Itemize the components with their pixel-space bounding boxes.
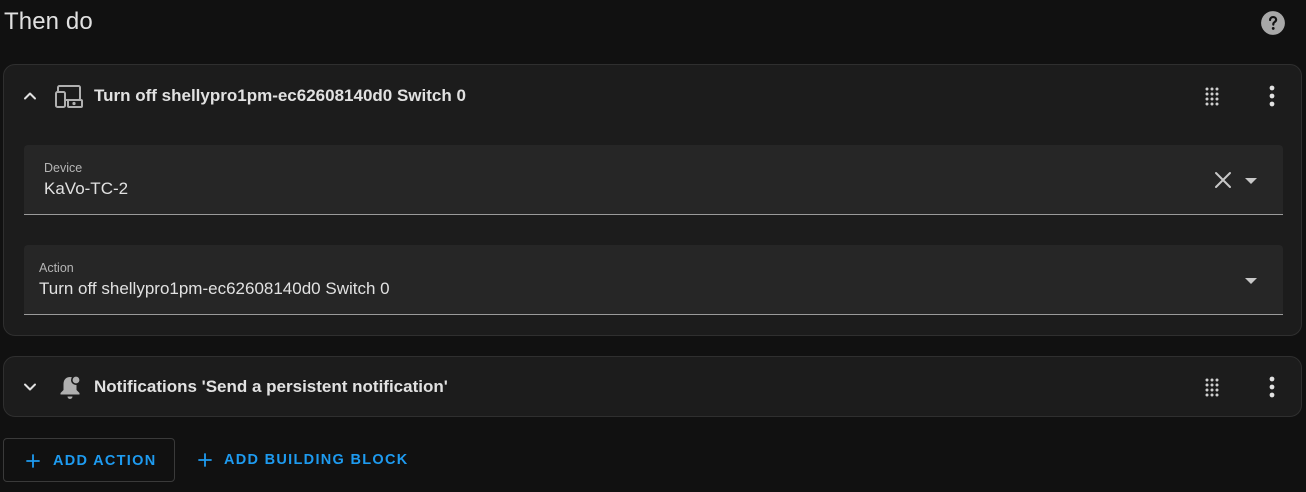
action-card-notification[interactable]: Notifications 'Send a persistent notific… — [3, 356, 1302, 417]
action-field-label: Action — [39, 261, 74, 275]
plus-icon — [26, 454, 40, 468]
add-action-label: ADD ACTION — [53, 453, 157, 469]
chevron-down-icon[interactable] — [20, 377, 40, 397]
help-circle-icon[interactable] — [1260, 10, 1286, 36]
action-card-header[interactable]: Turn off shellypro1pm-ec62608140d0 Switc… — [4, 66, 1301, 126]
menu-down-icon[interactable] — [1241, 171, 1261, 191]
plus-icon — [198, 453, 212, 467]
add-building-block-button[interactable]: ADD BUILDING BLOCK — [188, 438, 418, 482]
add-building-block-label: ADD BUILDING BLOCK — [224, 452, 409, 468]
chevron-up-icon[interactable] — [20, 86, 40, 106]
action-card-header[interactable]: Notifications 'Send a persistent notific… — [4, 357, 1301, 417]
action-field-value: Turn off shellypro1pm-ec62608140d0 Switc… — [39, 279, 390, 298]
add-action-button[interactable]: ADD ACTION — [3, 438, 175, 482]
dots-vertical-icon[interactable] — [1262, 85, 1282, 107]
device-field-value: KaVo-TC-2 — [44, 179, 129, 198]
section-title: Then do — [4, 8, 93, 35]
action-select-field[interactable]: Action Turn off shellypro1pm-ec62608140d… — [24, 245, 1283, 315]
menu-down-icon[interactable] — [1241, 271, 1261, 291]
devices-icon — [55, 85, 83, 108]
action-card-turn-off: Turn off shellypro1pm-ec62608140d0 Switc… — [3, 64, 1302, 336]
dots-vertical-icon[interactable] — [1262, 376, 1282, 398]
action-title: Notifications 'Send a persistent notific… — [94, 377, 448, 396]
action-title: Turn off shellypro1pm-ec62608140d0 Switc… — [94, 86, 466, 105]
device-select-field[interactable]: Device KaVo-TC-2 — [24, 145, 1283, 215]
device-field-label: Device — [44, 161, 83, 175]
drag-handle-icon[interactable] — [1202, 377, 1222, 397]
drag-handle-icon[interactable] — [1202, 86, 1222, 106]
bell-badge-icon — [60, 375, 81, 399]
automation-actions-section: Then do Turn off shellypro1pm-ec62608140… — [0, 0, 1306, 492]
close-icon[interactable] — [1213, 170, 1233, 190]
